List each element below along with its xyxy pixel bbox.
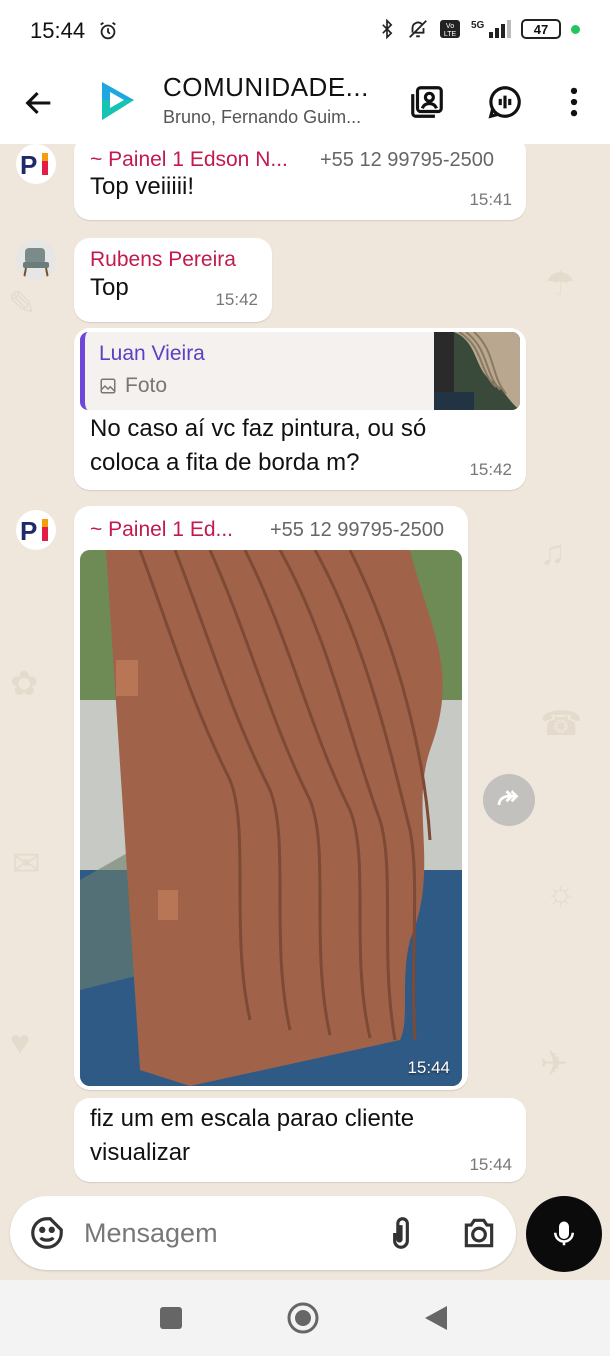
- avatar[interactable]: P: [16, 510, 56, 550]
- camera-icon[interactable]: [460, 1214, 498, 1252]
- alarm-icon: [100, 21, 116, 40]
- svg-text:Vo: Vo: [446, 23, 454, 30]
- message-text: Top veiiiii!: [90, 173, 195, 200]
- group-logo-icon: [102, 82, 134, 120]
- quoted-photo-thumbnail: [434, 332, 520, 410]
- wallpaper-doodle: ☂: [545, 265, 576, 303]
- svg-text:P: P: [20, 516, 37, 546]
- battery-indicator: 47: [521, 19, 561, 39]
- message-text: No caso aí vc faz pintura, ou só coloca …: [90, 415, 427, 476]
- message-time: 15:42: [469, 460, 512, 479]
- status-time: 15:44: [30, 18, 86, 43]
- recent-apps-button[interactable]: [153, 1300, 189, 1336]
- forward-icon: [497, 790, 519, 806]
- privacy-indicator-dot: [571, 24, 580, 34]
- home-button[interactable]: [285, 1300, 321, 1336]
- wallpaper-doodle: ☎: [540, 705, 583, 743]
- system-nav-bar: [0, 1280, 610, 1356]
- group-members-icon[interactable]: [408, 83, 446, 121]
- svg-text:LTE: LTE: [444, 31, 457, 38]
- microphone-button[interactable]: [526, 1196, 602, 1272]
- more-vertical-icon[interactable]: [555, 83, 593, 121]
- message-composer: [10, 1196, 516, 1270]
- message-bubble[interactable]: ~ Painel 1 Edson N... +55 12 99795-2500 …: [74, 144, 526, 220]
- triangle-back-icon: [425, 1306, 447, 1330]
- quoted-message[interactable]: Luan Vieira Foto: [80, 332, 520, 410]
- wallpaper-doodle: ✈: [540, 1045, 569, 1083]
- status-icons: Vo LTE 5G 47: [377, 18, 580, 40]
- paperclip-icon[interactable]: [382, 1214, 420, 1252]
- message-sender[interactable]: ~ Painel 1 Edson N...: [90, 148, 315, 172]
- message-sender[interactable]: ~ Painel 1 Ed...: [90, 518, 250, 542]
- svg-text:5G: 5G: [471, 20, 485, 31]
- volte-icon: VoLTE: [440, 20, 460, 38]
- photo-icon: [100, 378, 116, 394]
- photo-image: [80, 550, 462, 1086]
- group-avatar[interactable]: [90, 74, 146, 130]
- painel-logo-icon: P: [20, 150, 48, 180]
- svg-text:P: P: [20, 150, 37, 180]
- chat-title-area[interactable]: COMUNIDADE... Bruno, Fernando Guim...: [163, 72, 393, 128]
- painel-logo-icon: P: [20, 516, 48, 546]
- microphone-icon: [554, 1221, 574, 1246]
- message-text: fiz um em escala parao cliente visualiza…: [90, 1105, 415, 1166]
- quoted-type: Foto: [99, 374, 167, 398]
- signal-5g-icon: 5G: [471, 20, 511, 38]
- arrow-left-icon[interactable]: [22, 86, 56, 120]
- wallpaper-doodle: ✉: [12, 845, 41, 883]
- circle-icon: [287, 1302, 319, 1334]
- chat-area[interactable]: ✎ ☂ ♫ ✿ ☎ ✉ ☼ ♥ ✈ P ~ Painel 1 Edson N..…: [0, 144, 610, 1196]
- status-bar: 15:44 Vo LTE 5G 47: [0, 0, 610, 62]
- avatar[interactable]: P: [16, 144, 56, 184]
- wallpaper-doodle: ✎: [8, 285, 37, 323]
- quoted-type-label: Foto: [125, 374, 168, 397]
- avatar[interactable]: [16, 240, 56, 280]
- chat-participants: Bruno, Fernando Guim...: [163, 107, 362, 127]
- message-photo[interactable]: 15:44: [80, 550, 462, 1086]
- wallpaper-doodle: ♫: [540, 534, 566, 572]
- message-bubble[interactable]: fiz um em escala parao cliente visualiza…: [74, 1098, 526, 1182]
- muted-bell-icon: [409, 20, 427, 38]
- message-bubble[interactable]: ~ Painel 1 Ed... +55 12 99795-2500 15:44: [74, 506, 468, 1090]
- message-text: Top: [90, 274, 129, 301]
- message-bubble[interactable]: Rubens Pereira Top 15:42: [74, 238, 272, 322]
- wallpaper-doodle: ♥: [10, 1024, 31, 1062]
- square-icon: [160, 1307, 182, 1329]
- call-icon[interactable]: [486, 83, 524, 121]
- chair-avatar-icon: [16, 240, 56, 280]
- sticker-icon[interactable]: [28, 1214, 66, 1252]
- message-time: 15:44: [469, 1155, 512, 1174]
- forward-button[interactable]: [483, 774, 535, 826]
- sender-phone: +55 12 99795-2500: [320, 149, 495, 171]
- message-input[interactable]: [84, 1214, 364, 1252]
- wallpaper-doodle: ☼: [545, 874, 577, 912]
- message-bubble[interactable]: Luan Vieira Foto No caso aí vc faz pintu…: [74, 328, 526, 490]
- message-time: 15:42: [215, 290, 258, 309]
- sender-phone: +55 12 99795-2500: [270, 519, 445, 541]
- chat-header: COMUNIDADE... Bruno, Fernando Guim...: [0, 62, 610, 144]
- photo-time: 15:44: [407, 1058, 450, 1077]
- message-time: 15:41: [469, 190, 512, 209]
- message-sender[interactable]: Rubens Pereira: [90, 248, 265, 272]
- bluetooth-icon: [382, 18, 393, 40]
- wallpaper-doodle: ✿: [10, 665, 39, 703]
- quoted-sender: Luan Vieira: [99, 342, 205, 365]
- chat-title: COMUNIDADE...: [163, 72, 369, 102]
- back-nav-button[interactable]: [418, 1300, 454, 1336]
